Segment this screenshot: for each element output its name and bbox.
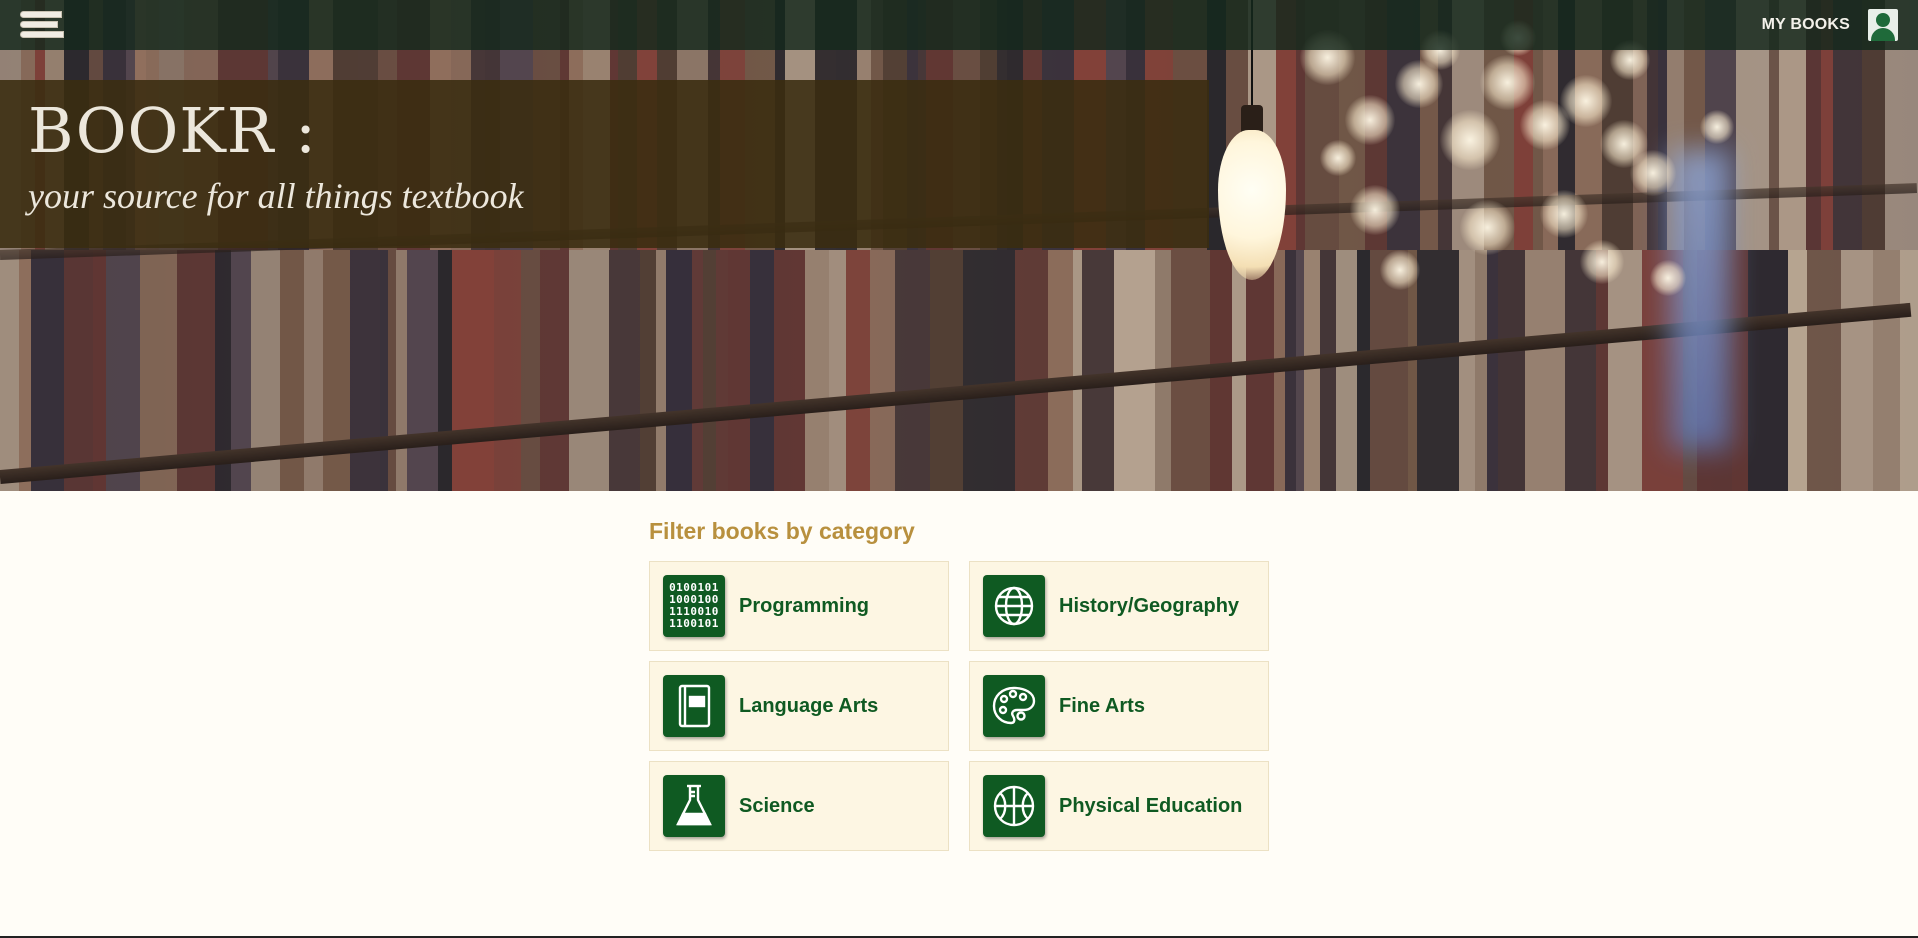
category-label: Physical Education (1059, 794, 1243, 817)
category-language-arts[interactable]: Language Arts (649, 661, 949, 751)
brand-title: BOOKR : (28, 94, 317, 167)
category-fine-arts[interactable]: Fine Arts (969, 661, 1269, 751)
palette-icon (983, 675, 1045, 737)
category-label: Programming (739, 594, 870, 617)
my-books-link[interactable]: MY BOOKS (1762, 16, 1850, 34)
bokeh-light (1350, 185, 1400, 235)
category-science[interactable]: Science (649, 761, 949, 851)
bokeh-light (1480, 55, 1535, 110)
bokeh-light (1320, 140, 1356, 176)
category-label: History/Geography (1059, 594, 1240, 617)
title-banner: BOOKR : your source for all things textb… (0, 80, 1209, 248)
category-history-geography[interactable]: History/Geography (969, 561, 1269, 651)
basketball-icon (983, 775, 1045, 837)
globe-icon (983, 575, 1045, 637)
bokeh-light (1440, 110, 1500, 170)
bokeh-light (1560, 75, 1612, 127)
flask-icon (663, 775, 725, 837)
bokeh-light (1580, 240, 1624, 284)
bokeh-light (1460, 200, 1515, 255)
bokeh-light (1540, 190, 1588, 238)
topbar-actions: MY BOOKS (1762, 9, 1898, 41)
category-label: Fine Arts (1059, 694, 1145, 717)
category-programming[interactable]: 0100101 1000100 1110010 1100101 Programm… (649, 561, 949, 651)
bokeh-light (1630, 150, 1676, 196)
brand-tagline: your source for all things textbook (28, 176, 524, 217)
bokeh-light (1380, 250, 1420, 290)
category-label: Science (739, 794, 815, 817)
menu-icon[interactable] (20, 7, 66, 43)
bokeh-light (1345, 95, 1395, 145)
filter-heading: Filter books by category (649, 518, 915, 544)
bokeh-light (1700, 110, 1734, 144)
binary-code-icon: 0100101 1000100 1110010 1100101 (663, 575, 725, 637)
category-grid: 0100101 1000100 1110010 1100101 Programm… (649, 561, 1269, 851)
user-avatar-icon[interactable] (1868, 9, 1898, 41)
category-physical-education[interactable]: Physical Education (969, 761, 1269, 851)
bokeh-light (1650, 260, 1686, 296)
notebook-icon (663, 675, 725, 737)
category-label: Language Arts (739, 694, 879, 717)
category-filter: Filter books by category 0100101 1000100… (649, 518, 1269, 851)
top-navbar: MY BOOKS (0, 0, 1918, 50)
